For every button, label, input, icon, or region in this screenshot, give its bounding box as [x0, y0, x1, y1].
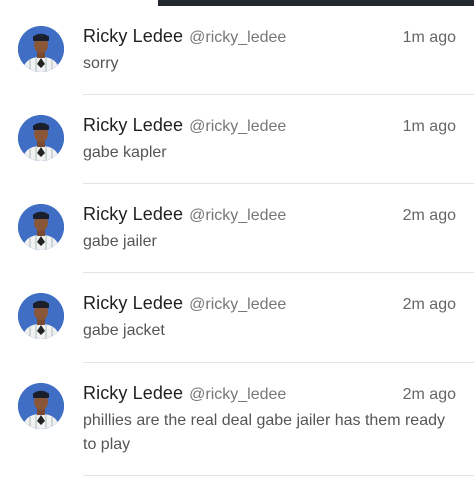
author-name[interactable]: Ricky Ledee [83, 204, 183, 225]
author-handle[interactable]: @ricky_ledee [189, 296, 286, 314]
player-photo-icon [18, 115, 64, 161]
tweet-text: gabe jailer [83, 233, 157, 250]
avatar[interactable] [18, 293, 64, 339]
tweet-text: phillies are the real deal gabe jailer h… [83, 412, 445, 453]
author-name[interactable]: Ricky Ledee [83, 115, 183, 136]
author-handle[interactable]: @ricky_ledee [189, 207, 286, 225]
avatar[interactable] [18, 383, 64, 429]
player-photo-icon [18, 26, 64, 72]
author-handle[interactable]: @ricky_ledee [189, 118, 286, 136]
tweet-feed[interactable]: Ricky Ledee @ricky_ledee 1m ago sorry Ri… [0, 6, 474, 476]
player-photo-icon [18, 383, 64, 429]
tweet-item[interactable]: Ricky Ledee @ricky_ledee 1m ago sorry [18, 6, 474, 95]
tweet-item[interactable]: Ricky Ledee @ricky_ledee 1m ago gabe kap… [18, 95, 474, 184]
tweet-item[interactable]: Ricky Ledee @ricky_ledee 2m ago gabe jac… [18, 273, 474, 363]
avatar[interactable] [18, 115, 64, 161]
timestamp[interactable]: 1m ago [403, 118, 456, 136]
author-name[interactable]: Ricky Ledee [83, 383, 183, 404]
tweet-text: sorry [83, 55, 119, 72]
tweet-item[interactable]: Ricky Ledee @ricky_ledee 2m ago phillies… [18, 363, 474, 476]
author-handle[interactable]: @ricky_ledee [189, 29, 286, 47]
player-photo-icon [18, 293, 64, 339]
avatar[interactable] [18, 204, 64, 250]
timestamp[interactable]: 2m ago [403, 207, 456, 225]
author-name[interactable]: Ricky Ledee [83, 293, 183, 314]
player-photo-icon [18, 204, 64, 250]
timestamp[interactable]: 2m ago [403, 296, 456, 314]
tweet-text: gabe kapler [83, 144, 167, 161]
timestamp[interactable]: 2m ago [403, 386, 456, 404]
author-name[interactable]: Ricky Ledee [83, 26, 183, 47]
tweet-item[interactable]: Ricky Ledee @ricky_ledee 2m ago gabe jai… [18, 184, 474, 273]
tweet-text: gabe jacket [83, 322, 165, 339]
author-handle[interactable]: @ricky_ledee [189, 386, 286, 404]
timestamp[interactable]: 1m ago [403, 29, 456, 47]
avatar[interactable] [18, 26, 64, 72]
